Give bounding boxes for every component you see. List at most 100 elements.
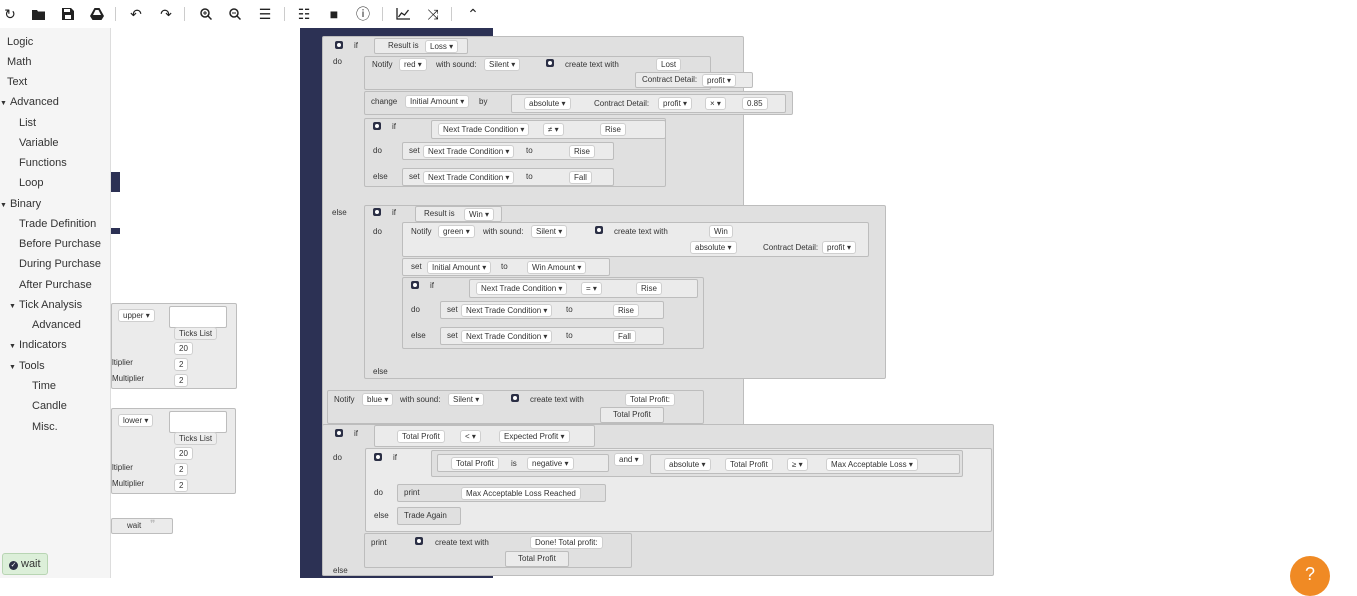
toolbox-item-tools[interactable]: ▼ Tools [9, 360, 45, 372]
color-dropdown[interactable]: red ▾ [399, 58, 427, 71]
variable-field[interactable]: Total Profit [397, 430, 445, 443]
set-block[interactable]: set Next Trade Condition ▾ to Rise [440, 301, 664, 319]
operator-dropdown[interactable]: ≠ ▾ [543, 123, 564, 136]
gear-icon[interactable] [511, 394, 519, 402]
condition-dropdown[interactable]: Next Trade Condition ▾ [461, 330, 553, 343]
wait-block[interactable]: wait ❞ [111, 518, 173, 534]
toolbox-item-variable[interactable]: Variable [19, 137, 59, 149]
zoom-in-icon[interactable] [196, 4, 216, 24]
print-block[interactable]: print create text with Done! Total profi… [364, 533, 632, 568]
toolbox-item-loop[interactable]: Loop [19, 177, 43, 189]
toolbox-item-text[interactable]: Text [7, 76, 27, 88]
stop-icon[interactable]: ■ [324, 4, 344, 24]
sound-dropdown[interactable]: Silent ▾ [484, 58, 521, 71]
toolbox-item-before-purchase[interactable]: Before Purchase [19, 238, 101, 250]
input-slot[interactable] [169, 306, 227, 328]
if-block[interactable]: if Total Profit is negative ▾ and ▾ abso… [365, 448, 992, 532]
toolbox-item-time[interactable]: Time [32, 380, 56, 392]
operator-dropdown[interactable]: ≥ ▾ [787, 458, 808, 471]
variable-block[interactable]: Total Profit [600, 407, 664, 423]
compare-block[interactable]: absolute ▾ Total Profit ≥ ▾ Max Acceptab… [650, 454, 960, 474]
toolbox-item-during-purchase[interactable]: During Purchase [19, 258, 101, 270]
compare-block[interactable]: Next Trade Condition ▾ = ▾ Rise [469, 279, 698, 298]
collapsed-block[interactable] [111, 172, 120, 192]
gear-icon[interactable] [373, 122, 381, 130]
if-block[interactable]: if Next Trade Condition ▾ ≠ ▾ Rise do se… [364, 118, 666, 187]
compare-block[interactable]: Total Profit < ▾ Expected Profit ▾ [374, 425, 595, 447]
gear-icon[interactable] [415, 537, 423, 545]
notify-block[interactable]: Notify blue ▾ with sound: Silent ▾ creat… [327, 390, 704, 424]
gear-icon[interactable] [374, 453, 382, 461]
result-is-block[interactable]: Result is Win ▾ [415, 206, 502, 222]
chart-icon[interactable] [393, 4, 413, 24]
text-max-loss[interactable]: Max Acceptable Loss Reached [461, 487, 581, 500]
gear-icon[interactable] [373, 208, 381, 216]
gear-icon[interactable] [411, 281, 419, 289]
text-done[interactable]: Done! Total profit: [530, 536, 603, 549]
variable-block[interactable]: Total Profit [505, 551, 569, 567]
toolbox-item-logic[interactable]: Logic [7, 36, 33, 48]
toolbox-item-after-purchase[interactable]: After Purchase [19, 279, 92, 291]
sound-dropdown[interactable]: Silent ▾ [531, 225, 568, 238]
color-dropdown[interactable]: green ▾ [438, 225, 475, 238]
variable-dropdown[interactable]: Initial Amount ▾ [427, 261, 492, 274]
undo-icon[interactable]: ↶ [126, 4, 146, 24]
toolbox-item-trade-definition[interactable]: Trade Definition [19, 218, 96, 230]
gear-icon[interactable] [546, 59, 554, 67]
operator-dropdown[interactable]: × ▾ [705, 97, 726, 110]
compare-block[interactable]: Next Trade Condition ▾ ≠ ▾ Rise [431, 120, 666, 139]
if-win-block[interactable]: if Result is Win ▾ do Notify green ▾ wit… [364, 205, 886, 379]
text-win[interactable]: Win [709, 225, 733, 238]
text-rise[interactable]: Rise [569, 145, 596, 158]
notify-block[interactable]: Notify red ▾ with sound: Silent ▾ create… [364, 56, 753, 90]
sort-icon[interactable]: ☰ [255, 4, 275, 24]
drive-icon[interactable] [87, 4, 107, 24]
text-rise[interactable]: Rise [613, 304, 640, 317]
math-block[interactable]: absolute ▾ Contract Detail: profit ▾ × ▾… [511, 94, 786, 113]
sound-dropdown[interactable]: Silent ▾ [448, 393, 485, 406]
operator-dropdown[interactable]: = ▾ [581, 282, 602, 295]
variable-dropdown[interactable]: Max Acceptable Loss ▾ [826, 458, 918, 471]
condition-dropdown[interactable]: Next Trade Condition ▾ [461, 304, 553, 317]
text-fall[interactable]: Fall [613, 330, 636, 343]
detail-dropdown[interactable]: profit ▾ [702, 74, 737, 87]
contract-detail-block[interactable]: Contract Detail: profit ▾ [635, 72, 753, 88]
multiplier-value[interactable]: 2 [174, 358, 189, 371]
upper-dropdown[interactable]: upper ▾ [118, 309, 155, 322]
toolbox-item-tick-advanced[interactable]: Advanced [32, 319, 81, 331]
condition-dropdown[interactable]: Next Trade Condition ▾ [438, 123, 530, 136]
workspace[interactable]: upper ▾ Ticks List 20 ltiplier 2 Multipl… [111, 28, 1357, 578]
condition-dropdown[interactable]: Next Trade Condition ▾ [423, 171, 515, 184]
toolbox-item-candle[interactable]: Candle [32, 400, 67, 412]
open-folder-icon[interactable] [28, 4, 48, 24]
condition-dropdown[interactable]: Next Trade Condition ▾ [423, 145, 515, 158]
math-dropdown[interactable]: absolute ▾ [664, 458, 711, 471]
if-block[interactable]: if Next Trade Condition ▾ = ▾ Rise do se… [402, 277, 704, 349]
collapsed-block[interactable] [111, 228, 120, 234]
color-dropdown[interactable]: blue ▾ [362, 393, 394, 406]
compare-block[interactable]: Total Profit is negative ▾ [437, 454, 609, 472]
info-icon[interactable]: ⓘ [353, 4, 373, 24]
toolbox-item-binary[interactable]: ▼ Binary [0, 198, 41, 210]
multiplier-value[interactable]: 2 [174, 374, 189, 387]
detail-dropdown[interactable]: profit ▾ [658, 97, 693, 110]
variable-dropdown[interactable]: Expected Profit ▾ [499, 430, 570, 443]
condition-dropdown[interactable]: Next Trade Condition ▾ [476, 282, 568, 295]
toolbox-item-tick-analysis[interactable]: ▼ Tick Analysis [9, 299, 82, 311]
result-dropdown[interactable]: Win ▾ [464, 208, 495, 221]
logic-dropdown[interactable]: and ▾ [614, 453, 644, 466]
bb-lower-block[interactable]: lower ▾ Ticks List 20 ltiplier 2 Multipl… [111, 408, 236, 494]
toolbox-item-misc[interactable]: Misc. [32, 421, 58, 433]
trade-again-block[interactable]: Trade Again [397, 507, 461, 525]
toolbox-item-indicators[interactable]: ▼ Indicators [9, 339, 67, 351]
help-button[interactable]: ? [1290, 556, 1330, 596]
gear-icon[interactable] [335, 41, 343, 49]
print-block[interactable]: print Max Acceptable Loss Reached [397, 484, 606, 502]
reset-icon[interactable]: ↻ [0, 4, 20, 24]
input-slot[interactable] [169, 411, 227, 433]
result-dropdown[interactable]: Loss ▾ [425, 40, 459, 53]
change-block[interactable]: change Initial Amount ▾ by absolute ▾ Co… [364, 91, 793, 115]
math-dropdown[interactable]: absolute ▾ [690, 241, 737, 254]
lower-dropdown[interactable]: lower ▾ [118, 414, 154, 427]
trade-view-icon[interactable]: ⤨ [423, 4, 443, 24]
